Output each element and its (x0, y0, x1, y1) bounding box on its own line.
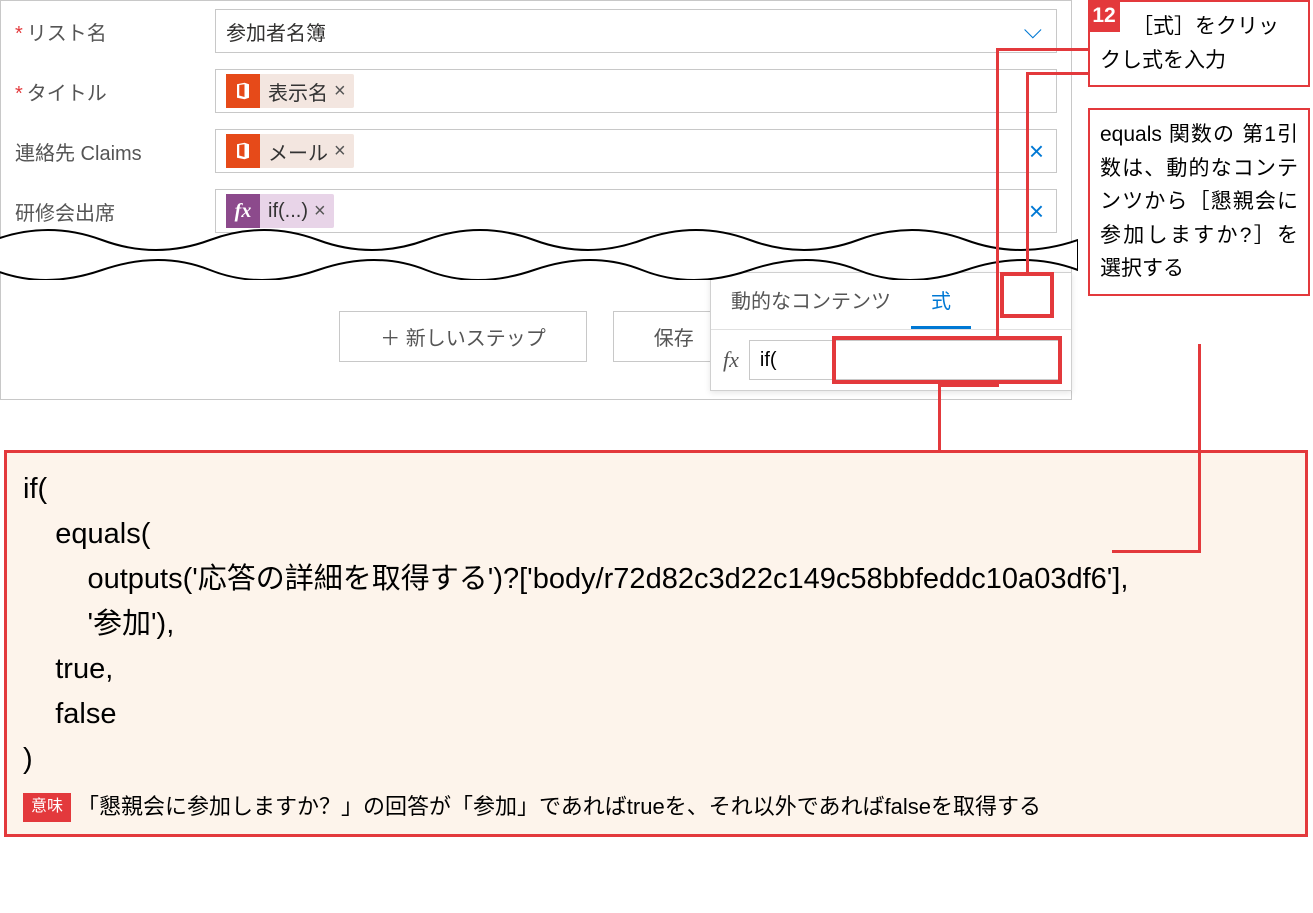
token-display-name[interactable]: 表示名 × (226, 74, 354, 108)
connector-line (996, 48, 999, 336)
expression-panel: 動的なコンテンツ 式 fx (710, 272, 1072, 391)
step-number-badge: 12 (1088, 0, 1120, 32)
token-remove[interactable]: × (334, 140, 346, 163)
tab-dynamic-content[interactable]: 動的なコンテンツ (711, 273, 911, 329)
code-block: if( equals( outputs('応答の詳細を取得する')?['body… (4, 450, 1308, 837)
token-label: 表示名 (268, 77, 328, 106)
fx-icon: fx (226, 194, 260, 228)
annotation-text: ［式］をクリックし式を入力 (1100, 15, 1279, 72)
label-claims: 連絡先 Claims (15, 137, 205, 166)
label-attendance: 研修会出席 (15, 197, 205, 226)
row-attendance: 研修会出席 fx if(...) × × (1, 181, 1071, 241)
input-claims[interactable]: メール × × (215, 129, 1057, 173)
token-remove[interactable]: × (314, 200, 326, 223)
annotation-text: equals 関数の 第1引 数は、動的なコンテンツから［懇親会に参加しますか?… (1100, 118, 1298, 286)
office-icon (226, 74, 260, 108)
token-remove[interactable]: × (334, 80, 346, 103)
input-attendance[interactable]: fx if(...) × × (215, 189, 1057, 233)
connector-line (1112, 550, 1201, 553)
expression-tabs: 動的なコンテンツ 式 (711, 273, 1071, 330)
meaning-row: 意味「懇親会に参加しますか？」の回答が「参加」であればtrueを、それ以外であれ… (23, 790, 1289, 824)
row-claims: 連絡先 Claims メール × × (1, 121, 1071, 181)
connector-line (938, 384, 999, 387)
expression-input[interactable] (749, 340, 1059, 380)
connector-line (1026, 72, 1029, 272)
label-list-name: リスト名 (15, 17, 205, 46)
connector-line (938, 384, 941, 450)
office-icon (226, 134, 260, 168)
token-fx-if[interactable]: fx if(...) × (226, 194, 334, 228)
meaning-text: 「懇親会に参加しますか？」の回答が「参加」であればtrueを、それ以外であればf… (77, 794, 1041, 819)
connector-line (1054, 72, 1088, 75)
label-title: タイトル (15, 77, 205, 106)
code-body: if( equals( outputs('応答の詳細を取得する')?['body… (23, 467, 1289, 782)
row-list-name: リスト名 参加者名簿 ⌵ (1, 1, 1071, 61)
annotation-step-12: 12 ［式］をクリックし式を入力 (1088, 0, 1310, 87)
chevron-down-icon: ⌵ (1024, 17, 1042, 45)
token-label: if(...) (268, 200, 308, 223)
clear-icon[interactable]: × (1029, 196, 1044, 227)
connector-line (1198, 344, 1201, 550)
meaning-badge: 意味 (23, 793, 71, 822)
clear-icon[interactable]: × (1029, 136, 1044, 167)
new-step-button[interactable]: ＋ 新しいステップ (339, 311, 587, 362)
fx-label-icon: fx (723, 347, 739, 373)
value-list-name: 参加者名簿 (226, 17, 326, 46)
tab-expression[interactable]: 式 (911, 273, 971, 329)
token-label: メール (268, 137, 328, 166)
connector-line (1026, 72, 1054, 75)
token-mail[interactable]: メール × (226, 134, 354, 168)
row-title: タイトル 表示名 × (1, 61, 1071, 121)
input-title[interactable]: 表示名 × (215, 69, 1057, 113)
dropdown-list-name[interactable]: 参加者名簿 ⌵ (215, 9, 1057, 53)
annotation-equals-note: equals 関数の 第1引 数は、動的なコンテンツから［懇親会に参加しますか?… (1088, 108, 1310, 296)
expression-input-row: fx (711, 330, 1071, 390)
connector-line (996, 48, 1088, 51)
